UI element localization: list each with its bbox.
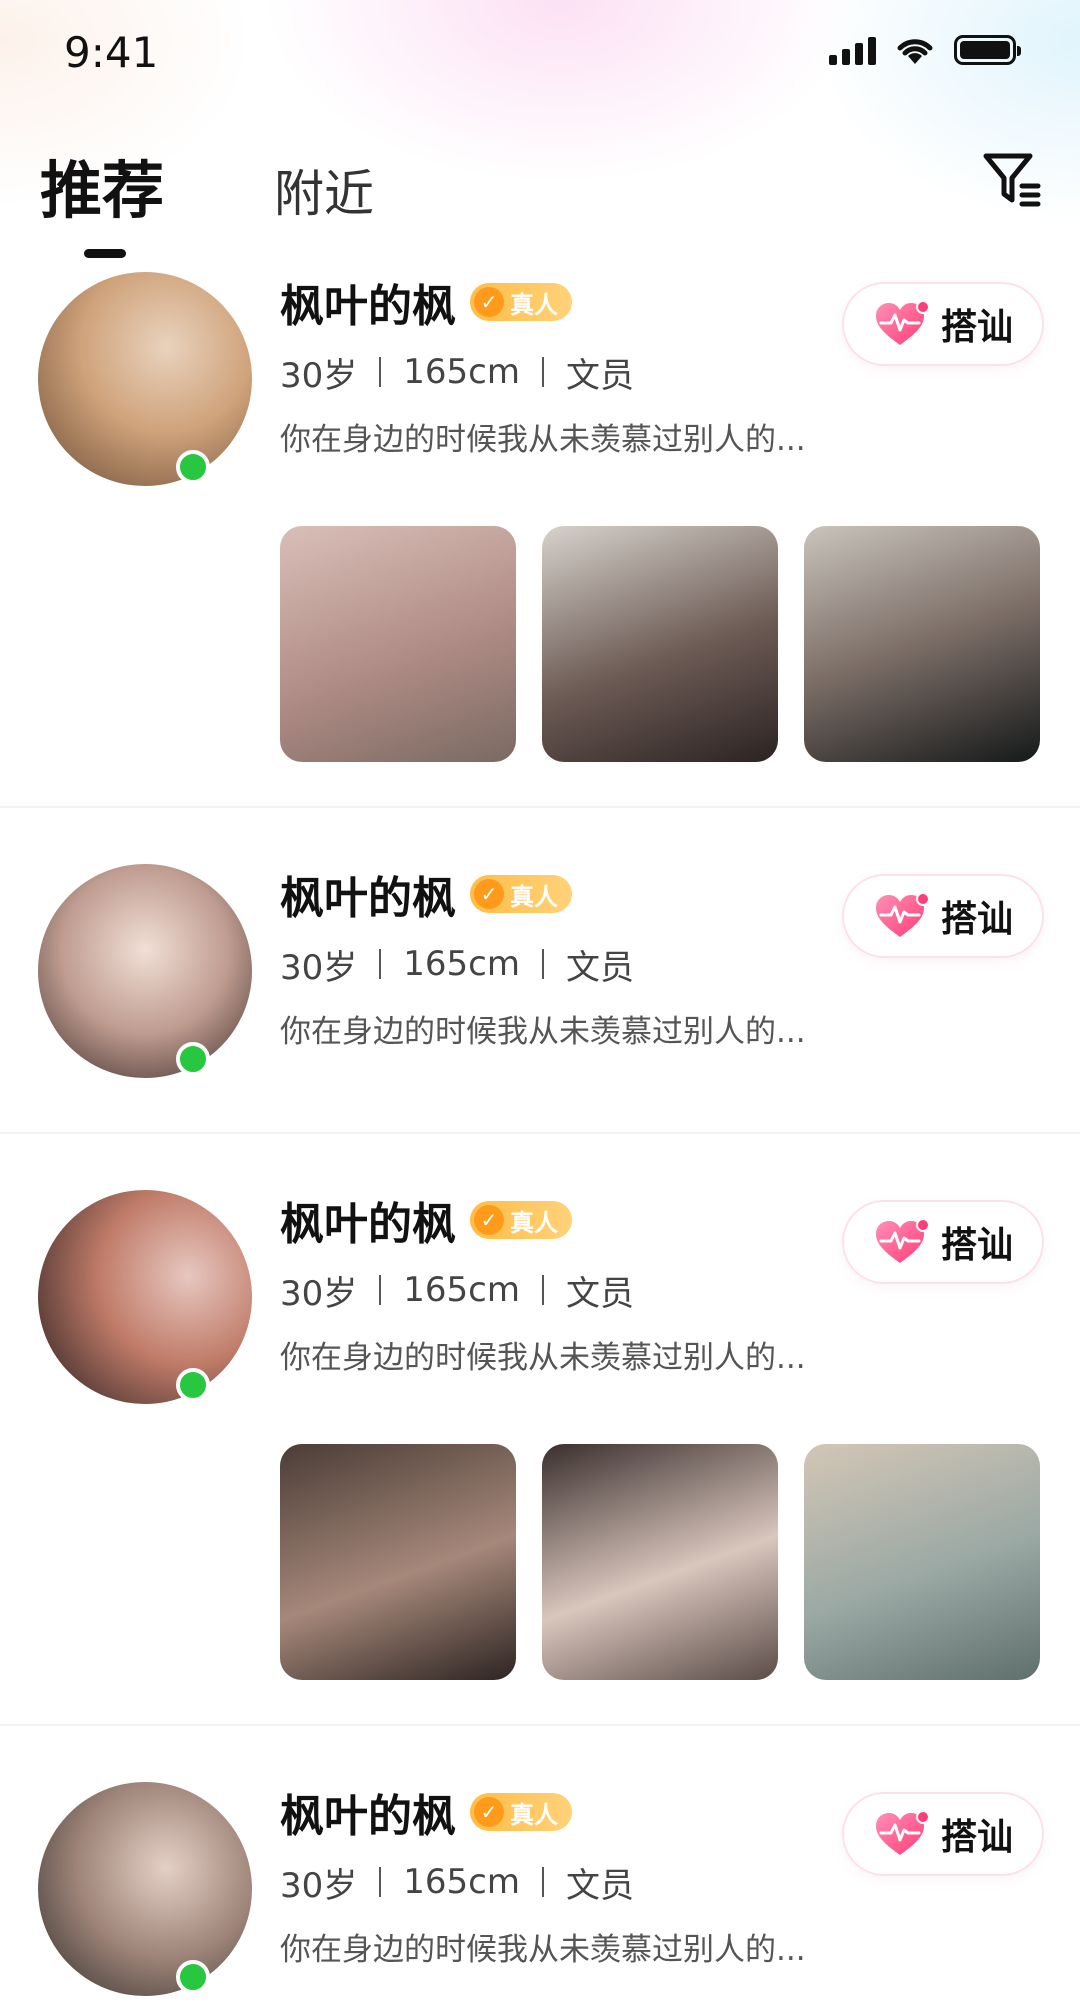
user-feed: 枫叶的枫 ✓ 真人 30岁 165cm 文员 你在身边的时候我从未羡慕过别人的.… [0,260,1080,2006]
profile-photo[interactable] [280,1444,516,1680]
avatar-container[interactable] [38,1782,252,1996]
status-icons [829,34,1021,66]
verified-badge: ✓ 真人 [470,1201,572,1239]
profile-photo[interactable] [280,526,516,762]
avatar-container[interactable] [38,864,252,1078]
user-card[interactable]: 枫叶的枫 ✓ 真人 30岁 165cm 文员 你在身边的时候我从未羡慕过别人的.… [0,1178,1080,1680]
greet-button[interactable]: 搭讪 [844,284,1042,364]
wifi-icon [897,39,933,64]
user-name: 枫叶的枫 [280,873,456,924]
avatar-container[interactable] [38,272,252,486]
profile-photo[interactable] [542,1444,778,1680]
verified-badge: ✓ 真人 [470,283,572,321]
status-bar: 9:41 [0,0,1080,110]
profile-photo[interactable] [542,526,778,762]
user-name: 枫叶的枫 [280,1199,456,1250]
greet-button[interactable]: 搭讪 [844,876,1042,956]
user-height: 165cm [403,1270,520,1310]
tab-active-indicator [84,249,126,258]
greet-button-label: 搭讪 [940,307,1013,348]
card-divider [0,806,1080,808]
avatar[interactable] [38,864,252,1078]
user-age: 30岁 [280,1865,358,1906]
user-name: 枫叶的枫 [280,281,456,332]
meta-divider [379,1275,382,1305]
check-badge-icon: ✓ [474,1797,504,1827]
user-age: 30岁 [280,355,358,396]
check-badge-icon: ✓ [474,287,504,317]
check-badge-icon: ✓ [474,1205,504,1235]
tab-nearby-label: 附近 [274,165,375,223]
heart-pulse-icon [875,300,930,345]
verified-badge-label: 真人 [510,1800,558,1829]
heart-pulse-icon [875,892,930,937]
user-bio: 你在身边的时候我从未羡慕过别人的... [280,1340,806,1376]
tab-recommend-label: 推荐 [40,154,165,227]
battery-icon [954,35,1021,65]
user-card[interactable]: 枫叶的枫 ✓ 真人 30岁 165cm 文员 你在身边的时候我从未羡慕过别人的.… [0,1770,1080,2006]
meta-divider [379,949,382,979]
card-divider [0,1724,1080,1726]
photo-strip [280,1444,1042,1680]
user-bio: 你在身边的时候我从未羡慕过别人的... [280,1014,806,1050]
online-status-dot [176,1960,210,1994]
user-height: 165cm [403,944,520,984]
meta-divider [379,1867,382,1897]
meta-divider [541,1867,544,1897]
greet-button-label: 搭讪 [940,1817,1013,1858]
user-bio: 你在身边的时候我从未羡慕过别人的... [280,1932,806,1968]
top-tabs: 推荐 附近 [40,140,374,258]
user-card[interactable]: 枫叶的枫 ✓ 真人 30岁 165cm 文员 你在身边的时候我从未羡慕过别人的.… [0,260,1080,762]
greet-button-label: 搭讪 [940,899,1013,940]
user-age: 30岁 [280,1273,358,1314]
user-job: 文员 [565,355,634,396]
tab-recommend[interactable]: 推荐 [40,140,165,258]
meta-divider [379,357,382,387]
card-divider [0,1132,1080,1134]
greet-button-label: 搭讪 [940,1225,1013,1266]
online-status-dot [176,450,210,484]
photo-strip [280,526,1042,762]
user-height: 165cm [403,1862,520,1902]
user-height: 165cm [403,352,520,392]
profile-photo[interactable] [804,526,1040,762]
filter-button[interactable] [980,148,1044,212]
user-name: 枫叶的枫 [280,1791,456,1842]
avatar[interactable] [38,272,252,486]
user-info: 枫叶的枫 ✓ 真人 30岁 165cm 文员 你在身边的时候我从未羡慕过别人的.… [280,1780,1042,2006]
tab-nearby[interactable]: 附近 [274,154,374,230]
meta-divider [541,949,544,979]
online-status-dot [176,1368,210,1402]
status-time: 9:41 [64,28,159,77]
verified-badge: ✓ 真人 [470,1793,572,1831]
profile-photo[interactable] [804,1444,1040,1680]
heart-pulse-icon [875,1218,930,1263]
user-job: 文员 [565,947,634,988]
greet-button[interactable]: 搭讪 [844,1794,1042,1874]
user-info: 枫叶的枫 ✓ 真人 30岁 165cm 文员 你在身边的时候我从未羡慕过别人的.… [280,1188,1042,1414]
user-job: 文员 [565,1865,634,1906]
avatar[interactable] [38,1190,252,1404]
cellular-signal-icon [829,35,876,65]
meta-divider [541,357,544,387]
user-info: 枫叶的枫 ✓ 真人 30岁 165cm 文员 你在身边的时候我从未羡慕过别人的.… [280,270,1042,496]
meta-divider [541,1275,544,1305]
online-status-dot [176,1042,210,1076]
filter-icon [983,153,1041,207]
greet-button[interactable]: 搭讪 [844,1202,1042,1282]
user-info: 枫叶的枫 ✓ 真人 30岁 165cm 文员 你在身边的时候我从未羡慕过别人的.… [280,862,1042,1088]
check-badge-icon: ✓ [474,879,504,909]
avatar-container[interactable] [38,1190,252,1404]
user-age: 30岁 [280,947,358,988]
avatar[interactable] [38,1782,252,1996]
user-card[interactable]: 枫叶的枫 ✓ 真人 30岁 165cm 文员 你在身边的时候我从未羡慕过别人的.… [0,852,1080,1088]
battery-level [960,41,1010,59]
heart-pulse-icon [875,1810,930,1855]
user-bio: 你在身边的时候我从未羡慕过别人的... [280,422,806,458]
verified-badge-label: 真人 [510,290,558,319]
user-job: 文员 [565,1273,634,1314]
verified-badge-label: 真人 [510,882,558,911]
verified-badge: ✓ 真人 [470,875,572,913]
verified-badge-label: 真人 [510,1208,558,1237]
